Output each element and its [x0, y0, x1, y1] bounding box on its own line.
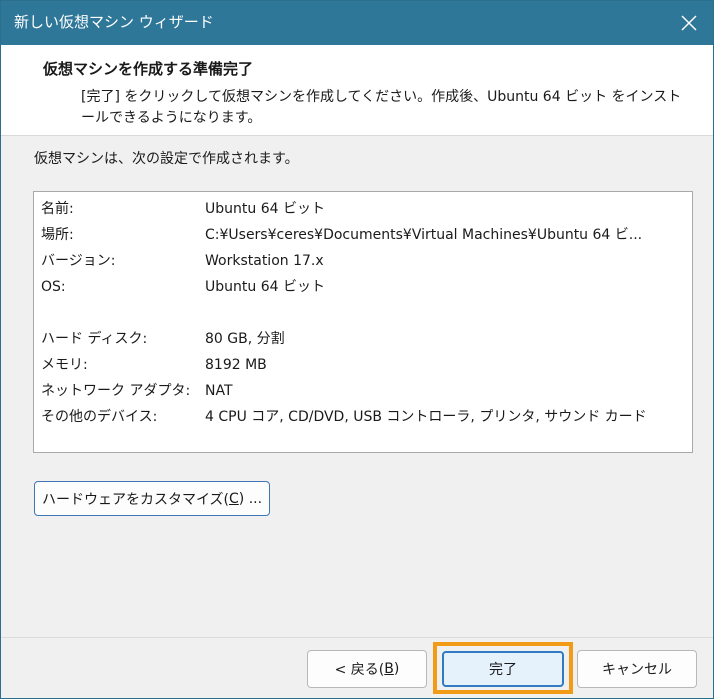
back-label-suffix: ): [393, 661, 400, 677]
finish-button[interactable]: 完了: [442, 651, 564, 687]
intro-text: 仮想マシンは、次の設定で作成されます。: [34, 151, 299, 167]
summary-value: C:¥Users¥ceres¥Documents¥Virtual Machine…: [205, 227, 643, 243]
summary-label: メモリ:: [41, 357, 88, 373]
summary-label: ハード ディスク:: [41, 331, 148, 347]
summary-row: メモリ: 8192 MB: [41, 352, 689, 378]
summary-label: ネットワーク アダプタ:: [41, 383, 191, 399]
summary-row: ネットワーク アダプタ: NAT: [41, 378, 689, 404]
summary-value: Workstation 17.x: [205, 253, 324, 269]
summary-value: 8192 MB: [205, 357, 267, 373]
summary-value: 4 CPU コア, CD/DVD, USB コントローラ, プリンタ, サウンド…: [205, 409, 647, 425]
summary-label: バージョン:: [41, 253, 116, 269]
summary-value: Ubuntu 64 ビット: [205, 201, 325, 217]
customize-accelerator-key: C: [229, 490, 239, 507]
close-button[interactable]: [671, 5, 707, 41]
summary-label: その他のデバイス:: [41, 409, 158, 425]
wizard-window: 新しい仮想マシン ウィザード 仮想マシンを作成する準備完了 [完了] をクリック…: [0, 0, 714, 699]
summary-row: OS: Ubuntu 64 ビット: [41, 274, 689, 300]
summary-value: 80 GB, 分割: [205, 331, 285, 347]
close-icon: [681, 15, 697, 31]
title-bar[interactable]: 新しい仮想マシン ウィザード: [1, 1, 713, 45]
wizard-header: 仮想マシンを作成する準備完了 [完了] をクリックして仮想マシンを作成してくださ…: [1, 45, 713, 136]
customize-label-prefix: ハードウェアをカスタマイズ(: [41, 491, 229, 508]
summary-row: バージョン: Workstation 17.x: [41, 248, 689, 274]
summary-row: その他のデバイス: 4 CPU コア, CD/DVD, USB コントローラ, …: [41, 404, 689, 430]
summary-row: 名前: Ubuntu 64 ビット: [41, 196, 689, 222]
back-accelerator-key: B: [384, 661, 394, 677]
cancel-button[interactable]: キャンセル: [577, 650, 697, 688]
window-title: 新しい仮想マシン ウィザード: [14, 13, 214, 31]
page-description: [完了] をクリックして仮想マシンを作成してください。作成後、Ubuntu 64…: [81, 89, 682, 126]
summary-row: ハード ディスク: 80 GB, 分割: [41, 326, 689, 352]
customize-label-suffix: ) ...: [238, 490, 263, 507]
footer-divider: [1, 637, 713, 638]
summary-value: NAT: [205, 383, 233, 399]
page-title: 仮想マシンを作成する準備完了: [43, 60, 254, 78]
summary-row: 場所: C:¥Users¥ceres¥Documents¥Virtual Mac…: [41, 222, 689, 248]
summary-label: 場所:: [41, 227, 74, 243]
customize-hardware-button[interactable]: ハードウェアをカスタマイズ(C) ...: [34, 481, 270, 516]
back-label-prefix: < 戻る(: [334, 662, 385, 678]
settings-summary: 名前: Ubuntu 64 ビット 場所: C:¥Users¥ceres¥Doc…: [33, 191, 693, 453]
summary-label: OS:: [41, 279, 66, 295]
back-button[interactable]: < 戻る(B): [307, 650, 427, 688]
summary-label: 名前:: [41, 201, 74, 217]
summary-value: Ubuntu 64 ビット: [205, 279, 325, 295]
